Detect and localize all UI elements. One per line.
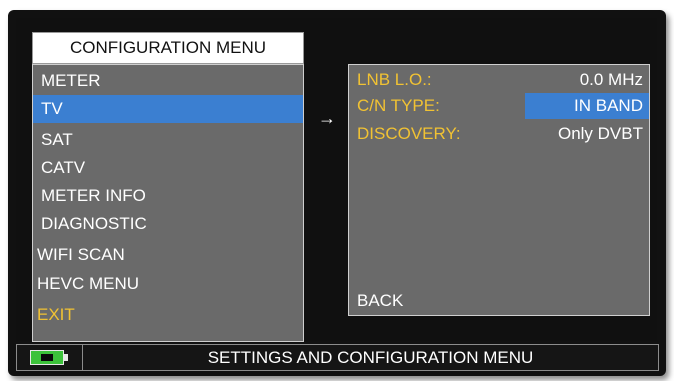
menu-item-catv[interactable]: CATV [33,154,303,182]
menu-item-tv[interactable]: TV [33,95,303,123]
menu-item-exit[interactable]: EXIT [33,301,303,329]
configuration-menu: METER TV SAT CATV METER INFO DIAGNOSTIC … [32,64,304,342]
menu-item-diagnostic[interactable]: DIAGNOSTIC [33,210,303,238]
tv-settings-panel: LNB L.O.: 0.0 MHz C/N TYPE: IN BAND DISC… [348,64,650,316]
battery-icon [30,350,68,365]
menu-item-meter[interactable]: METER [33,67,303,95]
discovery-value: Only DVBT [557,124,643,143]
menu-title: CONFIGURATION MENU [32,32,304,64]
status-bar: SETTINGS AND CONFIGURATION MENU [16,344,659,371]
menu-item-wifi-scan[interactable]: WIFI SCAN [33,241,303,269]
back-button[interactable]: BACK [357,289,403,313]
arrow-right-icon: → [318,108,336,128]
discovery-label: DISCOVERY: [357,124,461,143]
status-text: SETTINGS AND CONFIGURATION MENU [207,348,534,367]
device-frame: CONFIGURATION MENU METER TV SAT CATV MET… [8,10,666,376]
lnb-lo-row[interactable]: LNB L.O.: 0.0 MHz [349,67,649,93]
lnb-lo-label: LNB L.O.: [357,70,432,89]
cn-type-label: C/N TYPE: [357,96,440,115]
cn-type-value[interactable]: IN BAND [525,93,649,119]
menu-item-meter-info[interactable]: METER INFO [33,182,303,210]
cn-type-row[interactable]: C/N TYPE: IN BAND [349,93,649,119]
discovery-row[interactable]: DISCOVERY: Only DVBT [349,121,649,147]
menu-item-sat[interactable]: SAT [33,126,303,154]
battery-indicator [17,345,83,370]
lnb-lo-value: 0.0 MHz [579,70,643,89]
menu-item-hevc-menu[interactable]: HEVC MENU [33,270,303,298]
